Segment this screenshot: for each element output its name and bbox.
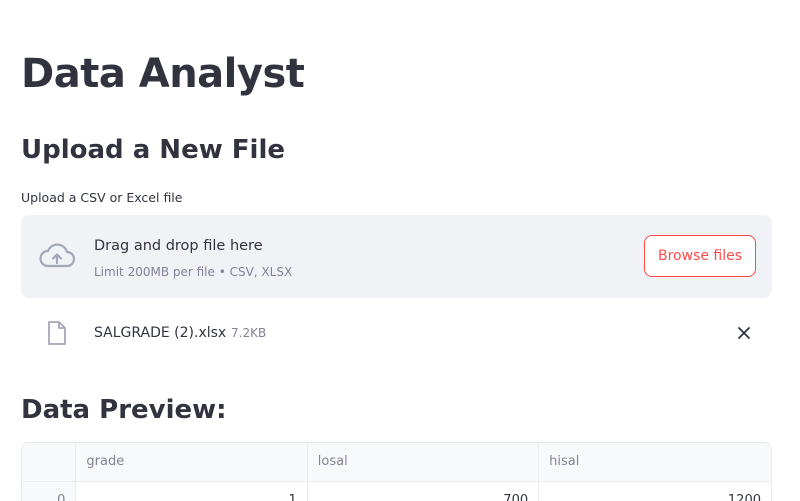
browse-files-button[interactable]: Browse files xyxy=(644,235,756,277)
column-header-hisal[interactable]: hisal xyxy=(538,443,771,482)
app-page: Data Analyst Upload a New File Upload a … xyxy=(0,0,800,501)
data-preview-table[interactable]: grade losal hisal 0 1 700 1200 xyxy=(21,442,772,501)
column-header-index xyxy=(22,443,77,482)
column-header-grade[interactable]: grade xyxy=(75,443,308,482)
uploaded-file-size: 7.2KB xyxy=(231,326,267,340)
uploaded-file-item: SALGRADE (2).xlsx 7.2KB xyxy=(21,313,772,353)
row-index-cell: 0 xyxy=(22,481,77,501)
table-row: 0 1 700 1200 xyxy=(22,481,771,501)
grade-cell[interactable]: 1 xyxy=(75,481,308,501)
cloud-upload-icon xyxy=(39,243,76,268)
table-header-row: grade losal hisal xyxy=(22,443,771,482)
hisal-cell[interactable]: 1200 xyxy=(538,481,771,501)
close-icon xyxy=(738,327,750,339)
data-preview-heading: Data Preview: xyxy=(21,395,227,425)
uploaded-file-name: SALGRADE (2).xlsx xyxy=(94,325,227,341)
losal-cell[interactable]: 700 xyxy=(307,481,540,501)
column-header-losal[interactable]: losal xyxy=(307,443,540,482)
remove-file-button[interactable] xyxy=(734,323,754,343)
file-dropzone[interactable]: Drag and drop file here Limit 200MB per … xyxy=(21,215,772,298)
page-title: Data Analyst xyxy=(21,51,305,97)
file-icon xyxy=(48,321,66,345)
upload-section-heading: Upload a New File xyxy=(21,135,285,165)
file-uploader-label: Upload a CSV or Excel file xyxy=(21,190,183,205)
dropzone-instruction: Drag and drop file here xyxy=(94,238,263,254)
dropzone-limit-text: Limit 200MB per file • CSV, XLSX xyxy=(94,265,293,279)
